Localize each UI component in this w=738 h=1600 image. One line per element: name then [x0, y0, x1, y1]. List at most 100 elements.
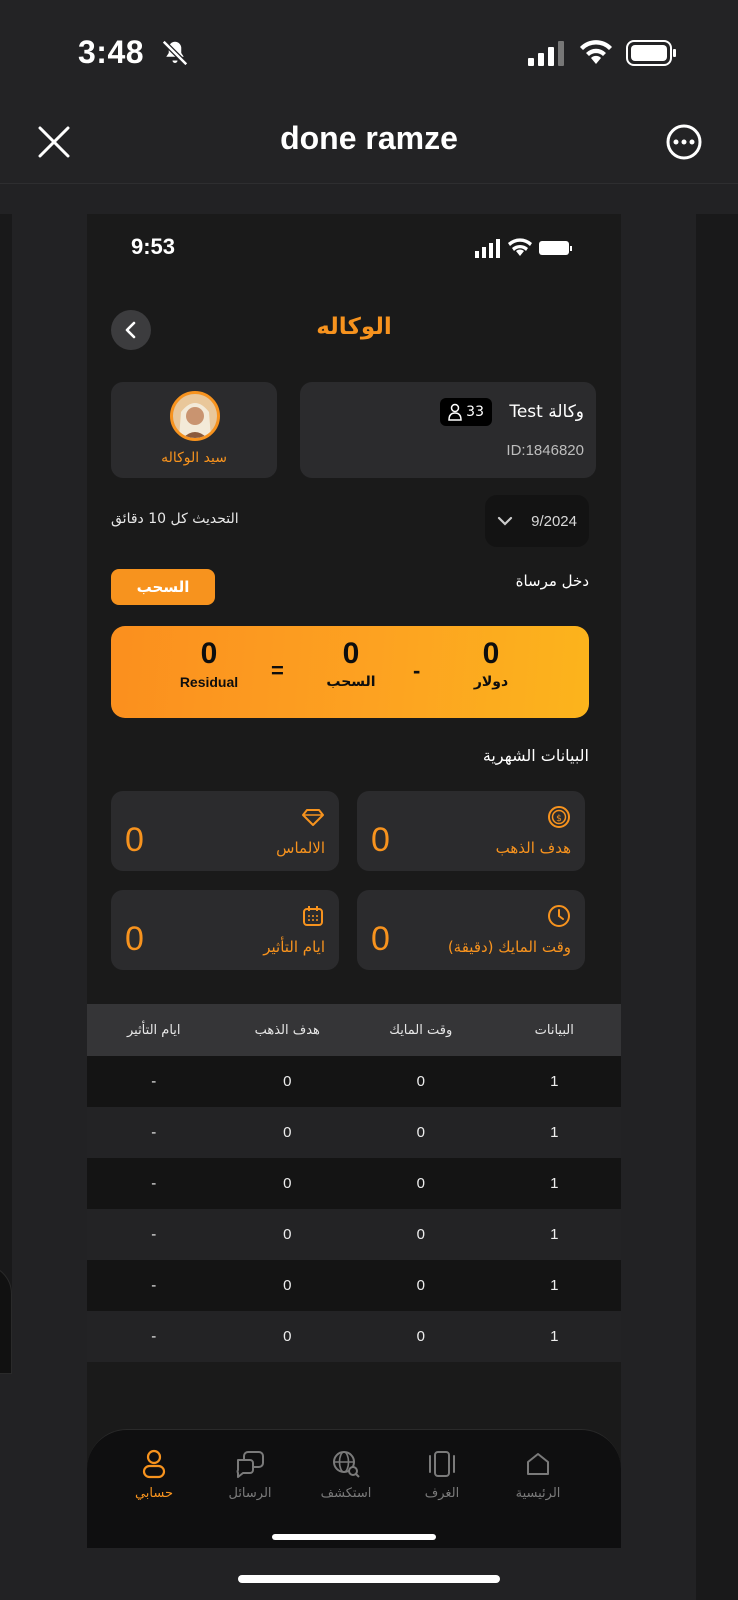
- tab-messages-label: الرسائل: [228, 1486, 272, 1501]
- diamonds-card: الالماس 0: [111, 791, 339, 871]
- gold-target-value: 0: [371, 821, 390, 859]
- inner-status-icons: [475, 238, 575, 262]
- withdraw-column: 0 السحب: [291, 636, 411, 690]
- cell-mic-time: 0: [416, 1124, 425, 1141]
- inner-status-time: 9:53: [131, 234, 176, 259]
- clock-icon: [547, 904, 571, 932]
- monthly-data-label: البيانات الشهرية: [482, 746, 589, 765]
- diamond-icon: [301, 805, 325, 833]
- cell-gold-target: 0: [283, 1073, 292, 1090]
- tab-home-label: الرئيسية: [515, 1486, 561, 1501]
- chat-bubbles-icon: [205, 1446, 295, 1482]
- agency-owner-card[interactable]: سيد الوكاله: [111, 382, 277, 478]
- svg-text:$: $: [556, 814, 562, 824]
- next-screen-preview: [696, 214, 738, 1600]
- avatar: [170, 391, 220, 441]
- cell-data: 1: [550, 1277, 559, 1294]
- header-title: done ramze: [280, 120, 458, 156]
- status-bar: 3:48: [0, 0, 738, 100]
- app-header: done ramze: [0, 100, 738, 184]
- withdraw-label: السحب: [326, 674, 376, 690]
- app-screen: 9:53 الوكاله سيد الوكاله وكالة Test 33 I…: [87, 214, 621, 1548]
- month-selector[interactable]: 9/2024: [485, 495, 589, 547]
- residual-column: 0 Residual: [149, 636, 269, 690]
- cell-gold-target: 0: [283, 1124, 292, 1141]
- cell-effect-days: -: [151, 1277, 157, 1294]
- equals-sign: =: [271, 658, 284, 683]
- table-row: - 0 0 1: [87, 1209, 621, 1260]
- tab-rooms[interactable]: الغرف: [397, 1446, 487, 1501]
- chevron-down-icon: [497, 516, 513, 526]
- refresh-note: التحديث كل 10 دقائق: [111, 511, 239, 527]
- table-header: ايام التأثير هدف الذهب وقت المايك البيان…: [87, 1004, 621, 1056]
- withdraw-button[interactable]: السحب: [111, 569, 215, 605]
- inner-status-bar: 9:53: [87, 234, 621, 274]
- previous-screen-preview: [0, 214, 12, 1374]
- tab-account[interactable]: حسابي: [109, 1446, 199, 1501]
- table-row: - 0 0 1: [87, 1056, 621, 1107]
- mic-time-value: 0: [371, 920, 390, 958]
- member-count: 33: [466, 404, 484, 420]
- residual-value: 0: [200, 637, 218, 670]
- cell-effect-days: -: [151, 1124, 157, 1141]
- gold-target-card: $ هدف الذهب 0: [357, 791, 585, 871]
- effect-days-card: ايام التأثير 0: [111, 890, 339, 970]
- cell-effect-days: -: [151, 1073, 157, 1090]
- table-row: - 0 0 1: [87, 1260, 621, 1311]
- owner-label: سيد الوكاله: [161, 450, 227, 466]
- table-row: - 0 0 1: [87, 1311, 621, 1362]
- monthly-data-table: ايام التأثير هدف الذهب وقت المايك البيان…: [87, 1004, 621, 1362]
- battery-icon: [626, 40, 678, 70]
- cell-data: 1: [550, 1175, 559, 1192]
- effect-days-value: 0: [125, 920, 144, 958]
- user-icon: [109, 1446, 199, 1482]
- agency-info-card: وكالة Test 33 ID:1846820: [300, 382, 596, 478]
- cell-data: 1: [550, 1226, 559, 1243]
- tab-explore[interactable]: استكشف: [301, 1446, 391, 1501]
- cell-mic-time: 0: [416, 1226, 425, 1243]
- agency-name: وكالة Test: [509, 402, 584, 422]
- dollar-coin-icon: $: [547, 805, 571, 833]
- minus-sign: -: [413, 658, 421, 683]
- cell-gold-target: 0: [283, 1226, 292, 1243]
- bottom-tab-bar: حسابي الرسائل استكشف الغرف الرئيسية: [87, 1429, 621, 1548]
- rooms-icon: [397, 1446, 487, 1482]
- tab-rooms-label: الغرف: [424, 1486, 460, 1501]
- cell-data: 1: [550, 1124, 559, 1141]
- cell-data: 1: [550, 1073, 559, 1090]
- tab-messages[interactable]: الرسائل: [205, 1446, 295, 1501]
- header-mic-time: وقت المايك: [389, 1022, 453, 1038]
- dollar-value: 0: [482, 637, 500, 670]
- income-label: دخل مرساة: [515, 572, 589, 590]
- globe-search-icon: [301, 1446, 391, 1482]
- cell-effect-days: -: [151, 1226, 157, 1243]
- status-time: 3:48: [78, 34, 145, 70]
- balance-card: 0 دولار - 0 السحب = 0 Residual: [111, 626, 589, 718]
- page-title: الوكاله: [316, 314, 392, 340]
- cell-mic-time: 0: [416, 1277, 425, 1294]
- agency-id: ID:1846820: [506, 442, 584, 459]
- header-data: البيانات: [534, 1022, 574, 1038]
- cell-gold-target: 0: [283, 1175, 292, 1192]
- member-count-badge: 33: [440, 398, 492, 426]
- cell-gold-target: 0: [283, 1277, 292, 1294]
- home-indicator: [238, 1575, 500, 1583]
- table-row: - 0 0 1: [87, 1107, 621, 1158]
- tab-account-label: حسابي: [134, 1486, 174, 1501]
- more-options-icon[interactable]: [664, 122, 704, 162]
- tab-explore-label: استكشف: [320, 1486, 372, 1501]
- gold-target-label: هدف الذهب: [495, 839, 571, 857]
- cell-mic-time: 0: [416, 1175, 425, 1192]
- home-icon: [493, 1446, 583, 1482]
- header-gold-target: هدف الذهب: [254, 1022, 320, 1038]
- diamonds-value: 0: [125, 821, 144, 859]
- tab-home[interactable]: الرئيسية: [493, 1446, 583, 1501]
- cell-mic-time: 0: [416, 1073, 425, 1090]
- mic-time-label: وقت المايك (دقيقة): [447, 938, 571, 956]
- cell-data: 1: [550, 1328, 559, 1345]
- inner-home-indicator: [272, 1534, 436, 1540]
- diamonds-label: الالماس: [276, 839, 325, 857]
- table-row: - 0 0 1: [87, 1158, 621, 1209]
- header-effect-days: ايام التأثير: [126, 1022, 181, 1038]
- cellular-signal-icon: [528, 40, 568, 70]
